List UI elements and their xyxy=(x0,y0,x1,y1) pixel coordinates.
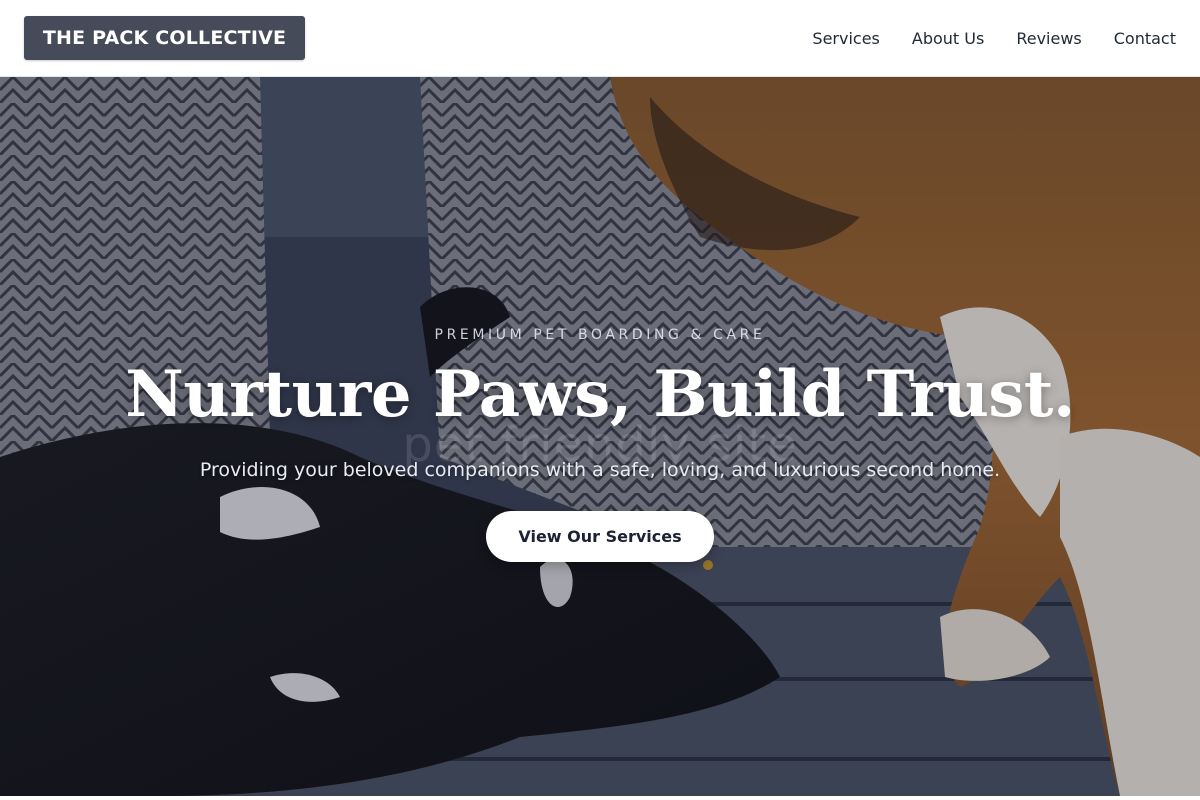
hero-subtitle: Providing your beloved companions with a… xyxy=(199,459,1001,481)
hero-section: pet friendly site PREMIUM PET BOARDING &… xyxy=(0,77,1200,796)
brand-logo[interactable]: THE PACK COLLECTIVE xyxy=(24,16,305,60)
nav-link-contact[interactable]: Contact xyxy=(1114,29,1176,48)
hero-headline: Nurture Paws, Build Trust. xyxy=(125,357,1075,432)
nav-link-about-us[interactable]: About Us xyxy=(912,29,984,48)
hero-eyebrow: PREMIUM PET BOARDING & CARE xyxy=(434,327,766,343)
nav-link-services[interactable]: Services xyxy=(812,29,879,48)
site-header: THE PACK COLLECTIVE Services About Us Re… xyxy=(0,0,1200,77)
nav-link-reviews[interactable]: Reviews xyxy=(1016,29,1081,48)
main-nav: Services About Us Reviews Contact xyxy=(812,29,1176,48)
view-services-button[interactable]: View Our Services xyxy=(486,511,714,562)
